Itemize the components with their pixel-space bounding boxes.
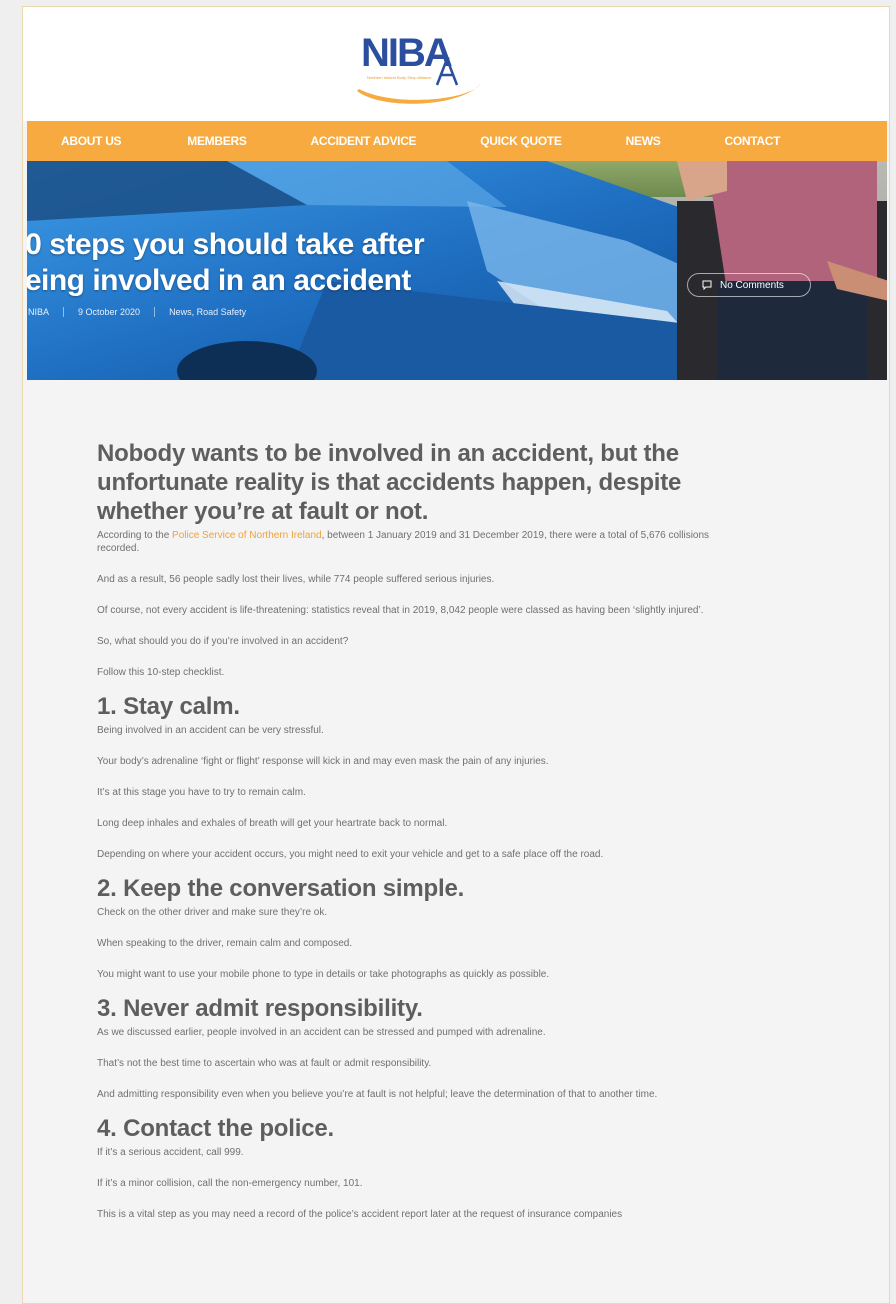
paragraph: Of course, not every accident is life-th…: [97, 605, 704, 616]
article-body: Nobody wants to be involved in an accide…: [97, 439, 737, 1221]
step-2-heading: 2. Keep the conversation simple.: [97, 875, 465, 902]
article-title-line-1: 10 steps you should take after: [27, 228, 425, 261]
nav-contact[interactable]: CONTACT: [724, 134, 780, 148]
nav-accident-advice[interactable]: ACCIDENT ADVICE: [311, 134, 417, 148]
paragraph: Check on the other driver and make sure …: [97, 907, 328, 918]
step-1-heading: 1. Stay calm.: [97, 693, 240, 720]
paragraph: As we discussed earlier, people involved…: [97, 1027, 546, 1038]
logo-tagline: Northern Ireland Body Shop Alliance: [367, 75, 432, 80]
nav-news[interactable]: NEWS: [626, 134, 661, 148]
meta-divider: [154, 307, 156, 317]
post-meta: By NIBA 9 October 2020 News, Road Safety: [27, 307, 246, 317]
paragraph: It’s at this stage you have to try to re…: [97, 787, 306, 798]
paragraph: Your body’s adrenaline ‘fight or flight’…: [97, 756, 549, 767]
main-nav: ABOUT US MEMBERS ACCIDENT ADVICE QUICK Q…: [27, 121, 887, 161]
paragraph: If it’s a minor collision, call the non-…: [97, 1178, 363, 1189]
post-author[interactable]: By NIBA: [27, 307, 49, 317]
nav-members[interactable]: MEMBERS: [187, 134, 247, 148]
intro-paragraph: According to the Police Service of North…: [97, 529, 737, 555]
psni-link[interactable]: Police Service of Northern Ireland: [172, 530, 322, 541]
meta-divider: [63, 307, 65, 317]
paragraph: And as a result, 56 people sadly lost th…: [97, 574, 495, 585]
paragraph: Follow this 10-step checklist.: [97, 667, 225, 678]
paragraph: And admitting responsibility even when y…: [97, 1089, 658, 1100]
comments-link[interactable]: No Comments: [687, 273, 811, 297]
site-header: NIBA Northern Ireland Body Shop Alliance: [23, 7, 889, 121]
paragraph: Depending on where your accident occurs,…: [97, 849, 604, 860]
post-categories[interactable]: News, Road Safety: [169, 307, 246, 317]
paragraph: That’s not the best time to ascertain wh…: [97, 1058, 432, 1069]
nav-quick-quote[interactable]: QUICK QUOTE: [480, 134, 562, 148]
article-title: 10 steps you should take after being inv…: [27, 227, 547, 299]
intro-text: According to the: [97, 530, 173, 541]
paragraph: If it’s a serious accident, call 999.: [97, 1147, 244, 1158]
step-4-heading: 4. Contact the police.: [97, 1115, 334, 1142]
browser-frame: NIBA Northern Ireland Body Shop Alliance…: [22, 6, 890, 1304]
paragraph: So, what should you do if you’re involve…: [97, 636, 349, 647]
intro-heading: Nobody wants to be involved in an accide…: [97, 440, 682, 525]
niba-logo[interactable]: NIBA Northern Ireland Body Shop Alliance: [353, 25, 485, 105]
paragraph: Being involved in an accident can be ver…: [97, 725, 324, 736]
nav-about-us[interactable]: ABOUT US: [61, 134, 122, 148]
post-date: 9 October 2020: [78, 307, 141, 317]
logo-wordmark: NIBA: [361, 31, 453, 75]
comments-count: No Comments: [720, 279, 784, 291]
paragraph: You might want to use your mobile phone …: [97, 969, 550, 980]
paragraph: This is a vital step as you may need a r…: [97, 1209, 623, 1220]
comment-icon: [702, 280, 712, 290]
article-title-line-2: being involved in an accident: [27, 264, 411, 297]
paragraph: Long deep inhales and exhales of breath …: [97, 818, 448, 829]
step-3-heading: 3. Never admit responsibility.: [97, 995, 423, 1022]
paragraph: When speaking to the driver, remain calm…: [97, 938, 353, 949]
hero-banner: 10 steps you should take after being inv…: [27, 161, 887, 380]
